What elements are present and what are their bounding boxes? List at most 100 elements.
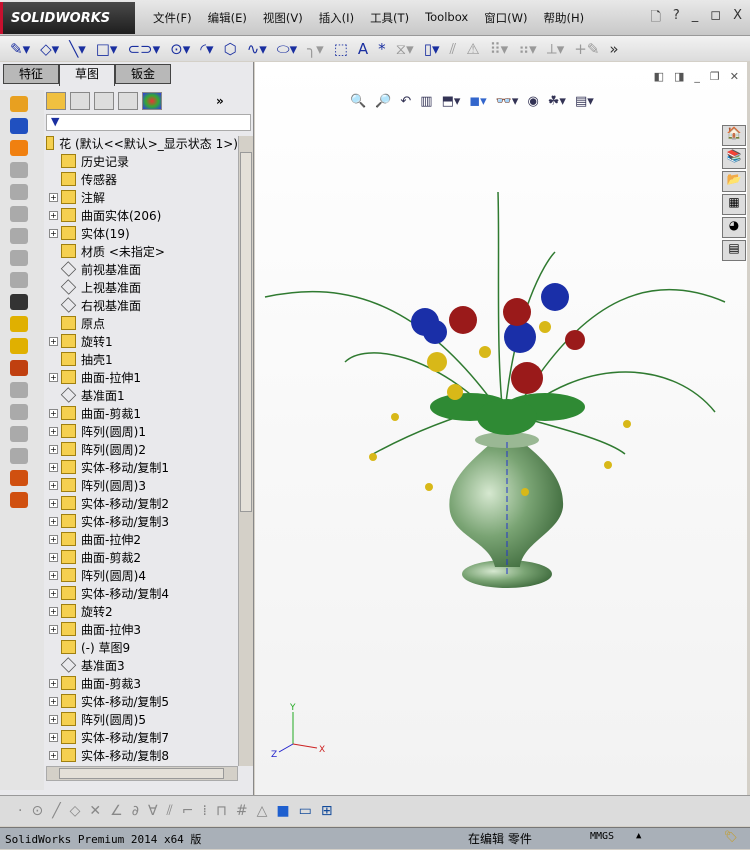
grid-snap-icon[interactable]: ⁞ xyxy=(203,803,207,819)
filter-icon[interactable]: ▼ xyxy=(46,114,251,131)
sketch-command-icon[interactable] xyxy=(10,426,28,442)
expand-icon[interactable]: + xyxy=(49,498,58,508)
expand-icon[interactable]: + xyxy=(49,750,58,760)
tree-item[interactable]: (-) 草图9 xyxy=(44,638,238,656)
sketch-command-icon[interactable] xyxy=(10,316,28,332)
tree-item[interactable]: + 阵列(圆周)1 xyxy=(44,422,238,440)
sketch-command-icon[interactable] xyxy=(10,492,28,508)
tree-item[interactable]: + 曲面实体(206) xyxy=(44,206,238,224)
sketch-command-icon[interactable] xyxy=(10,272,28,288)
tree-item[interactable]: 上视基准面 xyxy=(44,278,238,296)
expand-icon[interactable]: + xyxy=(49,462,58,472)
expand-icon[interactable]: + xyxy=(49,192,58,202)
expand-chevron-icon[interactable]: » xyxy=(216,94,224,108)
tree-item[interactable]: + 曲面-剪裁1 xyxy=(44,404,238,422)
tree-item[interactable]: + 曲面-拉伸2 xyxy=(44,530,238,548)
tree-horizontal-scrollbar[interactable] xyxy=(46,766,238,781)
expand-icon[interactable]: + xyxy=(49,336,58,346)
expand-icon[interactable]: + xyxy=(49,606,58,616)
ellipse-icon[interactable]: ⬭▾ xyxy=(277,40,297,58)
custom-properties-icon[interactable]: ▤ xyxy=(722,240,746,261)
tree-item[interactable]: 右视基准面 xyxy=(44,296,238,314)
appearances-icon[interactable]: ◕ xyxy=(722,217,746,238)
quadrant-icon[interactable]: ◇ xyxy=(70,803,81,819)
tree-item[interactable]: + 旋转1 xyxy=(44,332,238,350)
tree-item[interactable]: 前视基准面 xyxy=(44,260,238,278)
sketch-command-icon[interactable] xyxy=(10,382,28,398)
tree-item[interactable]: + 曲面-拉伸1 xyxy=(44,368,238,386)
tree-item[interactable]: + 旋转2 xyxy=(44,602,238,620)
horizontal-vertical-icon[interactable]: ⌐ xyxy=(182,803,194,819)
dimxpert-icon[interactable] xyxy=(118,92,138,110)
tree-item[interactable]: + 实体-移动/复制1 xyxy=(44,458,238,476)
tab-sheetmetal[interactable]: 钣金 xyxy=(115,64,171,84)
sketch-command-icon[interactable] xyxy=(10,250,28,266)
arc-icon[interactable]: ◜▾ xyxy=(200,40,213,58)
menu-file[interactable]: 文件(F) xyxy=(145,10,200,26)
pattern-icon[interactable]: ⠿▾ xyxy=(490,40,509,58)
new-document-icon[interactable]: 🗋 xyxy=(650,8,660,30)
maximize-button[interactable]: ◻ xyxy=(710,8,721,30)
expand-icon[interactable]: + xyxy=(49,444,58,454)
configuration-manager-icon[interactable] xyxy=(94,92,114,110)
trim-icon[interactable]: ⧖▾ xyxy=(396,40,414,58)
fillet-icon[interactable]: ╮▾ xyxy=(307,40,324,58)
polygon-icon[interactable]: ⬡ xyxy=(224,40,237,58)
line-icon[interactable]: ╲▾ xyxy=(69,40,86,58)
tree-item[interactable]: + 曲面-剪裁3 xyxy=(44,674,238,692)
tree-item[interactable]: 抽壳1 xyxy=(44,350,238,368)
file-explorer-icon[interactable]: 📂 xyxy=(722,171,746,192)
smart-dimension-icon[interactable]: ◇▾ xyxy=(40,40,59,58)
tree-item[interactable]: + 阵列(圆周)3 xyxy=(44,476,238,494)
tree-item[interactable]: + 阵列(圆周)5 xyxy=(44,710,238,728)
repair-icon[interactable]: +✎ xyxy=(574,40,599,58)
sketch-command-icon[interactable] xyxy=(10,294,28,310)
expand-icon[interactable]: + xyxy=(49,732,58,742)
relations-icon[interactable]: ⟂▾ xyxy=(547,40,565,58)
sketch-command-icon[interactable] xyxy=(10,206,28,222)
solidworks-resources-icon[interactable]: 🏠 xyxy=(722,125,746,146)
nearest-icon[interactable]: ∠ xyxy=(110,803,123,819)
sketch-command-icon[interactable] xyxy=(10,140,28,156)
circle-icon[interactable]: ⊙▾ xyxy=(170,40,190,58)
sketch-icon[interactable]: ✎▾ xyxy=(10,40,30,58)
intersection-icon[interactable]: ✕ xyxy=(89,803,101,819)
convert-icon[interactable]: ▯▾ xyxy=(424,40,440,58)
expand-icon[interactable]: + xyxy=(49,552,58,562)
offset-icon[interactable]: ⫽ xyxy=(450,40,457,58)
four-view-icon[interactable]: ⊞ xyxy=(321,803,333,819)
sketch-command-icon[interactable] xyxy=(10,448,28,464)
tree-item[interactable]: + 阵列(圆周)2 xyxy=(44,440,238,458)
dimension-icon[interactable]: ⊓ xyxy=(216,803,227,819)
menu-view[interactable]: 视图(V) xyxy=(255,10,311,26)
point-icon[interactable]: * xyxy=(378,40,386,58)
tree-item[interactable]: 历史记录 xyxy=(44,152,238,170)
plane-icon[interactable]: ⬚ xyxy=(334,40,348,58)
design-library-icon[interactable]: 📚 xyxy=(722,148,746,169)
tangent-icon[interactable]: ∂ xyxy=(132,803,139,819)
tree-item[interactable]: 传感器 xyxy=(44,170,238,188)
grid-icon[interactable]: # xyxy=(236,803,248,819)
single-view-icon[interactable]: ▭ xyxy=(299,803,312,819)
menu-tools[interactable]: 工具(T) xyxy=(362,10,417,26)
sketch-command-icon[interactable] xyxy=(10,360,28,376)
menu-help[interactable]: 帮助(H) xyxy=(536,10,593,26)
text-icon[interactable]: A xyxy=(358,40,368,58)
expand-icon[interactable]: + xyxy=(49,678,58,688)
angle-icon[interactable]: △ xyxy=(257,803,268,819)
expand-icon[interactable]: + xyxy=(49,714,58,724)
tag-icon[interactable]: 🏷 xyxy=(724,830,738,843)
expand-icon[interactable]: + xyxy=(49,228,58,238)
tree-item[interactable]: + 实体-移动/复制7 xyxy=(44,728,238,746)
display-manager-icon[interactable] xyxy=(142,92,162,110)
line-inference-icon[interactable]: ╱ xyxy=(52,803,60,819)
menu-insert[interactable]: 插入(I) xyxy=(311,10,362,26)
center-icon[interactable]: ⊙ xyxy=(31,803,43,819)
move-icon[interactable]: ⠶▾ xyxy=(518,40,537,58)
sketch-command-icon[interactable] xyxy=(10,118,28,134)
close-button[interactable]: X xyxy=(733,8,742,30)
tree-item[interactable]: 材质 <未指定> xyxy=(44,242,238,260)
tree-item[interactable]: + 阵列(圆周)4 xyxy=(44,566,238,584)
tree-root[interactable]: 花 (默认<<默认>_显示状态 1>) xyxy=(44,134,238,152)
menu-edit[interactable]: 编辑(E) xyxy=(200,10,255,26)
